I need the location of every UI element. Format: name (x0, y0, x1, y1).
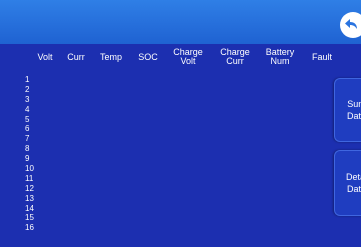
detail-data-label: Detai Data (345, 172, 361, 194)
row-number-4: 4 (25, 104, 30, 114)
column-header-fault: Fault (311, 51, 332, 62)
column-header-row: Volt Curr Temp SOC Charge Volt Charge Cu… (0, 44, 332, 70)
back-button[interactable] (340, 12, 361, 38)
title-bar (0, 0, 361, 44)
column-header-battery-num: Battery Num (265, 47, 295, 66)
column-header-volt: Volt (37, 51, 53, 62)
row-number-5: 5 (25, 114, 30, 124)
row-number-3: 3 (25, 94, 30, 104)
column-header-soc: SOC (138, 51, 158, 62)
row-number-13: 13 (25, 193, 34, 203)
column-header-charge-curr: Charge Curr (220, 47, 250, 66)
battery-row-list: 1 2 3 4 5 6 7 8 9 10 11 12 13 14 15 16 (25, 75, 34, 233)
summary-data-label: Sum Data (346, 99, 361, 121)
row-number-6: 6 (25, 124, 30, 134)
column-header-charge-volt: Charge Volt (173, 47, 203, 66)
row-number-12: 12 (25, 183, 34, 193)
back-arrow-icon (345, 19, 357, 29)
row-number-16: 16 (25, 223, 34, 233)
row-number-14: 14 (25, 203, 34, 213)
row-number-15: 15 (25, 213, 34, 223)
row-number-2: 2 (25, 84, 30, 94)
row-number-1: 1 (25, 75, 30, 84)
column-header-curr: Curr (67, 51, 85, 62)
row-number-8: 8 (25, 144, 30, 154)
row-number-7: 7 (25, 134, 30, 144)
row-number-10: 10 (25, 164, 34, 174)
detail-data-button[interactable]: Detai Data (334, 150, 361, 216)
row-number-9: 9 (25, 154, 30, 164)
row-number-11: 11 (25, 173, 34, 183)
column-header-temp: Temp (99, 51, 122, 62)
summary-data-button[interactable]: Sum Data (334, 78, 361, 142)
